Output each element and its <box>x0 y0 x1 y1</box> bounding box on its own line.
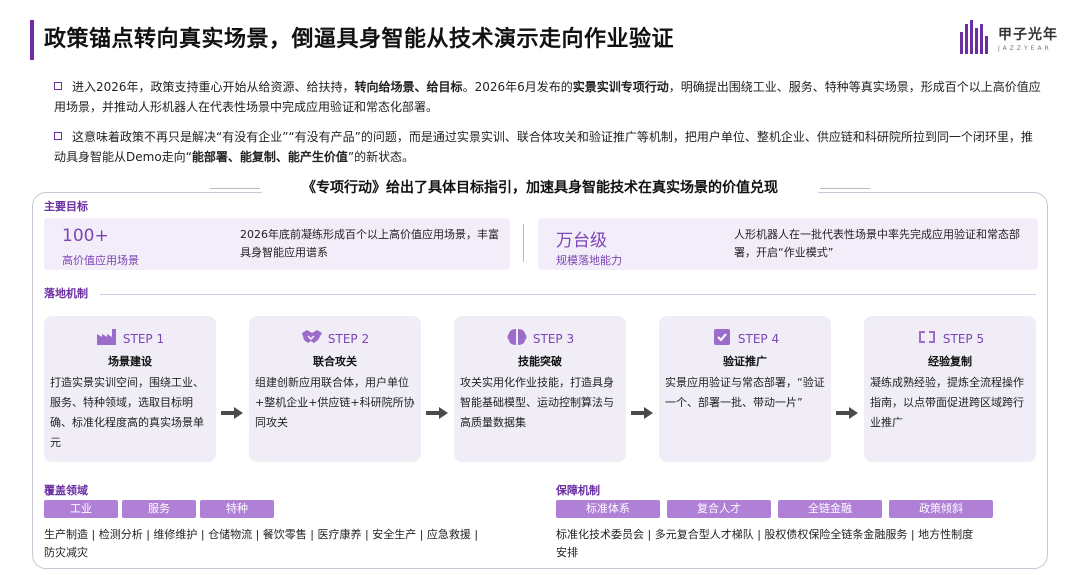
mechanism-rule <box>100 294 1036 295</box>
coverage-tag: 服务 <box>122 500 196 518</box>
support-tag: 标准体系 <box>556 500 660 518</box>
step-description: 组建创新应用联合体，用户单位+整机企业+供应链+科研院所协同攻关 <box>255 376 415 429</box>
body-text: ”的新状态。 <box>347 150 415 164</box>
mechanism-label: 落地机制 <box>44 287 88 300</box>
support-text: 标准化技术委员会 | 多元复合型人才梯队 | 股权债权保险全链条金融服务 | 地… <box>556 528 974 559</box>
goal-caption: 规模落地能力 <box>556 254 622 267</box>
step-description: 打造实景实训空间，围绕工业、服务、特种领域，选取目标明确、标准化程度高的真实场景… <box>50 376 204 449</box>
subtitle-rule-right <box>820 188 870 189</box>
step-card-5: STEP 5 经验复制 凝练成熟经验，提炼全流程操作指南，以点带面促进跨区域跨行… <box>864 316 1036 462</box>
step-number: STEP 1 <box>122 332 165 346</box>
logo-subtext: JAZZYEAR <box>998 45 1052 52</box>
body-text: 进入2026年，政策支持重心开始从给资源、给扶持， <box>72 80 355 94</box>
step-name: 技能突破 <box>518 355 562 368</box>
support-label: 保障机制 <box>556 484 600 497</box>
arrow-right-icon <box>836 407 858 419</box>
step-name: 经验复制 <box>928 355 972 368</box>
emphasis-text: 能部署、能复制、能产生价值 <box>191 150 348 164</box>
goal-card-1: 100+ 高价值应用场景 2026年底前凝练形成百个以上高价值应用场景，丰富具身… <box>44 218 510 270</box>
section-subtitle: 《专项行动》给出了具体目标指引，加速具身智能技术在真实场景的价值兑现 <box>262 178 818 198</box>
handshake-icon <box>301 330 322 343</box>
emphasis-text: 实景实训专项行动 <box>572 80 669 94</box>
step-card-3: STEP 3 技能突破 攻关实用化作业技能，打造具身智能基础模型、运动控制算法与… <box>454 316 626 462</box>
step-number: STEP 3 <box>532 332 575 346</box>
goal-value: 100+ <box>62 226 109 246</box>
support-tags: 标准体系 复合人才 全链金融 政策倾斜 <box>556 500 996 518</box>
support-tag: 全链金融 <box>778 500 882 518</box>
page-title: 政策锚点转向真实场景，倒逼具身智能从技术演示走向作业验证 <box>44 27 675 52</box>
coverage-tag: 工业 <box>44 500 118 518</box>
brain-icon <box>507 329 527 345</box>
goals-label: 主要目标 <box>44 200 88 213</box>
coverage-tag: 特种 <box>200 500 274 518</box>
square-bullet-icon <box>54 82 62 90</box>
goal-value: 万台级 <box>556 231 607 251</box>
subtitle-rule-left <box>210 188 260 189</box>
logo-bars-icon <box>960 20 992 54</box>
bullet-paragraph-1: 进入2026年，政策支持重心开始从给资源、给扶持，转向给场景、给目标。2026年… <box>54 77 1044 117</box>
bullet-2-text: 这意味着政策不再只是解决“有没有企业”“有没有产品”的问题，而是通过实景实训、联… <box>54 130 1033 164</box>
step-name: 联合攻关 <box>313 355 357 368</box>
bullet-paragraph-2: 这意味着政策不再只是解决“有没有企业”“有没有产品”的问题，而是通过实景实训、联… <box>54 127 1044 167</box>
step-card-2: STEP 2 联合攻关 组建创新应用联合体，用户单位+整机企业+供应链+科研院所… <box>249 316 421 462</box>
step-name: 场景建设 <box>108 355 152 368</box>
brand-logo: 甲子光年 JAZZYEAR <box>960 18 1070 64</box>
goal-description: 2026年底前凝练形成百个以上高价值应用场景，丰富具身智能应用谱系 <box>240 228 499 259</box>
coverage-text: 生产制造 | 检测分析 | 维修维护 | 仓储物流 | 餐饮零售 | 医疗康养 … <box>44 528 479 559</box>
bullet-1-text: 进入2026年，政策支持重心开始从给资源、给扶持，转向给场景、给目标。2026年… <box>54 80 1041 114</box>
support-tag: 政策倾斜 <box>889 500 993 518</box>
square-bullet-icon <box>54 132 62 140</box>
step-name: 验证推广 <box>723 355 767 368</box>
replicate-icon <box>918 331 935 343</box>
step-number: STEP 4 <box>737 332 780 346</box>
support-tag: 复合人才 <box>667 500 771 518</box>
step-number: STEP 2 <box>327 332 370 346</box>
step-number: STEP 5 <box>942 332 985 346</box>
emphasis-text: 转向给场景、给目标 <box>354 80 463 94</box>
arrow-right-icon <box>426 407 448 419</box>
goal-divider <box>523 224 524 262</box>
goal-card-2: 万台级 规模落地能力 人形机器人在一批代表性场景中率先完成应用验证和常态部署，开… <box>538 218 1038 270</box>
step-card-4: STEP 4 验证推广 实景应用验证与常态部署，“验证一个、部署一批、带动一片” <box>659 316 831 462</box>
logo-text: 甲子光年 <box>998 27 1058 43</box>
title-accent-bar <box>30 20 34 60</box>
body-text: 。2026年6月发布的 <box>462 80 573 94</box>
step-description: 凝练成熟经验，提炼全流程操作指南，以点带面促进跨区域跨行业推广 <box>870 376 1024 429</box>
arrow-right-icon <box>631 407 653 419</box>
arrow-right-icon <box>221 407 243 419</box>
factory-icon <box>96 329 116 345</box>
step-description: 实景应用验证与常态部署，“验证一个、部署一批、带动一片” <box>665 376 825 409</box>
goal-caption: 高价值应用场景 <box>62 254 139 267</box>
step-description: 攻关实用化作业技能，打造具身智能基础模型、运动控制算法与高质量数据集 <box>460 376 614 429</box>
check-icon <box>713 329 730 345</box>
coverage-tags: 工业 服务 特种 <box>44 500 524 518</box>
coverage-label: 覆盖领域 <box>44 484 88 497</box>
goal-description: 人形机器人在一批代表性场景中率先完成应用验证和常态部署，开启“作业模式” <box>734 228 1020 259</box>
step-card-1: STEP 1 场景建设 打造实景实训空间，围绕工业、服务、特种领域，选取目标明确… <box>44 316 216 462</box>
